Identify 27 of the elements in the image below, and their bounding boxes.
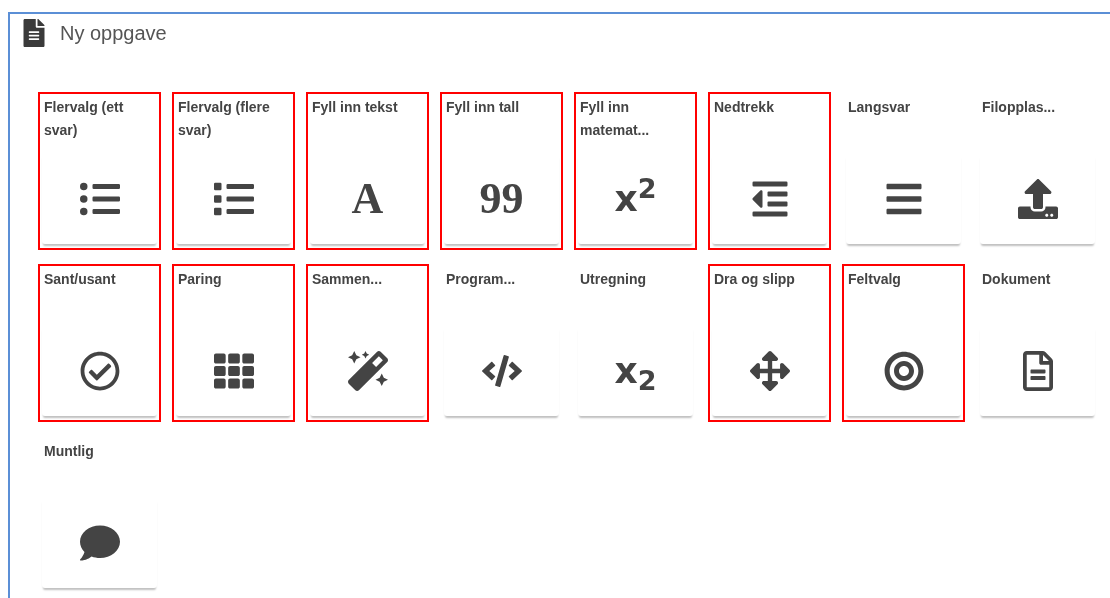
glyph-icon: x$_{2}$	[614, 353, 657, 389]
glyph-icon: 99	[479, 177, 524, 221]
move-arrows-icon	[749, 351, 790, 391]
question-type-tile[interactable]: Dra og slipp	[708, 264, 831, 422]
question-type-tile[interactable]: Sant/usant	[38, 264, 161, 422]
question-type-tile[interactable]: Sammen...	[306, 264, 429, 422]
question-type-tile[interactable]: Muntlig	[38, 436, 161, 594]
magic-wand-icon	[347, 351, 388, 391]
question-type-tile[interactable]: Dokument	[976, 264, 1099, 422]
glyph-icon: A	[351, 177, 384, 221]
speech-bubble-icon	[79, 523, 120, 563]
question-type-tile[interactable]: Utregning x$_{2}$	[574, 264, 697, 422]
question-type-tile[interactable]: Fyll inn tall 99	[440, 92, 563, 250]
question-type-tile[interactable]: Flervalg (ett svar)	[38, 92, 161, 250]
question-type-tile[interactable]: Fyll inn matemat... x$^{2}$	[574, 92, 697, 250]
question-type-tile[interactable]: Fyll inn tekst A	[306, 92, 429, 250]
question-type-tile[interactable]: Nedtrekk	[708, 92, 831, 250]
question-type-tile[interactable]: Langsvar	[842, 92, 965, 250]
grid-icon	[213, 351, 254, 391]
page-title: Ny oppgave	[60, 21, 167, 46]
question-type-tile[interactable]: Flervalg (flere svar)	[172, 92, 295, 250]
upload-icon	[1017, 179, 1058, 219]
question-type-tile[interactable]: Filopplas...	[976, 92, 1099, 250]
target-icon	[883, 351, 924, 391]
question-type-tile[interactable]: Feltvalg	[842, 264, 965, 422]
question-type-tile[interactable]: Paring	[172, 264, 295, 422]
question-type-tile[interactable]: Program...	[440, 264, 563, 422]
